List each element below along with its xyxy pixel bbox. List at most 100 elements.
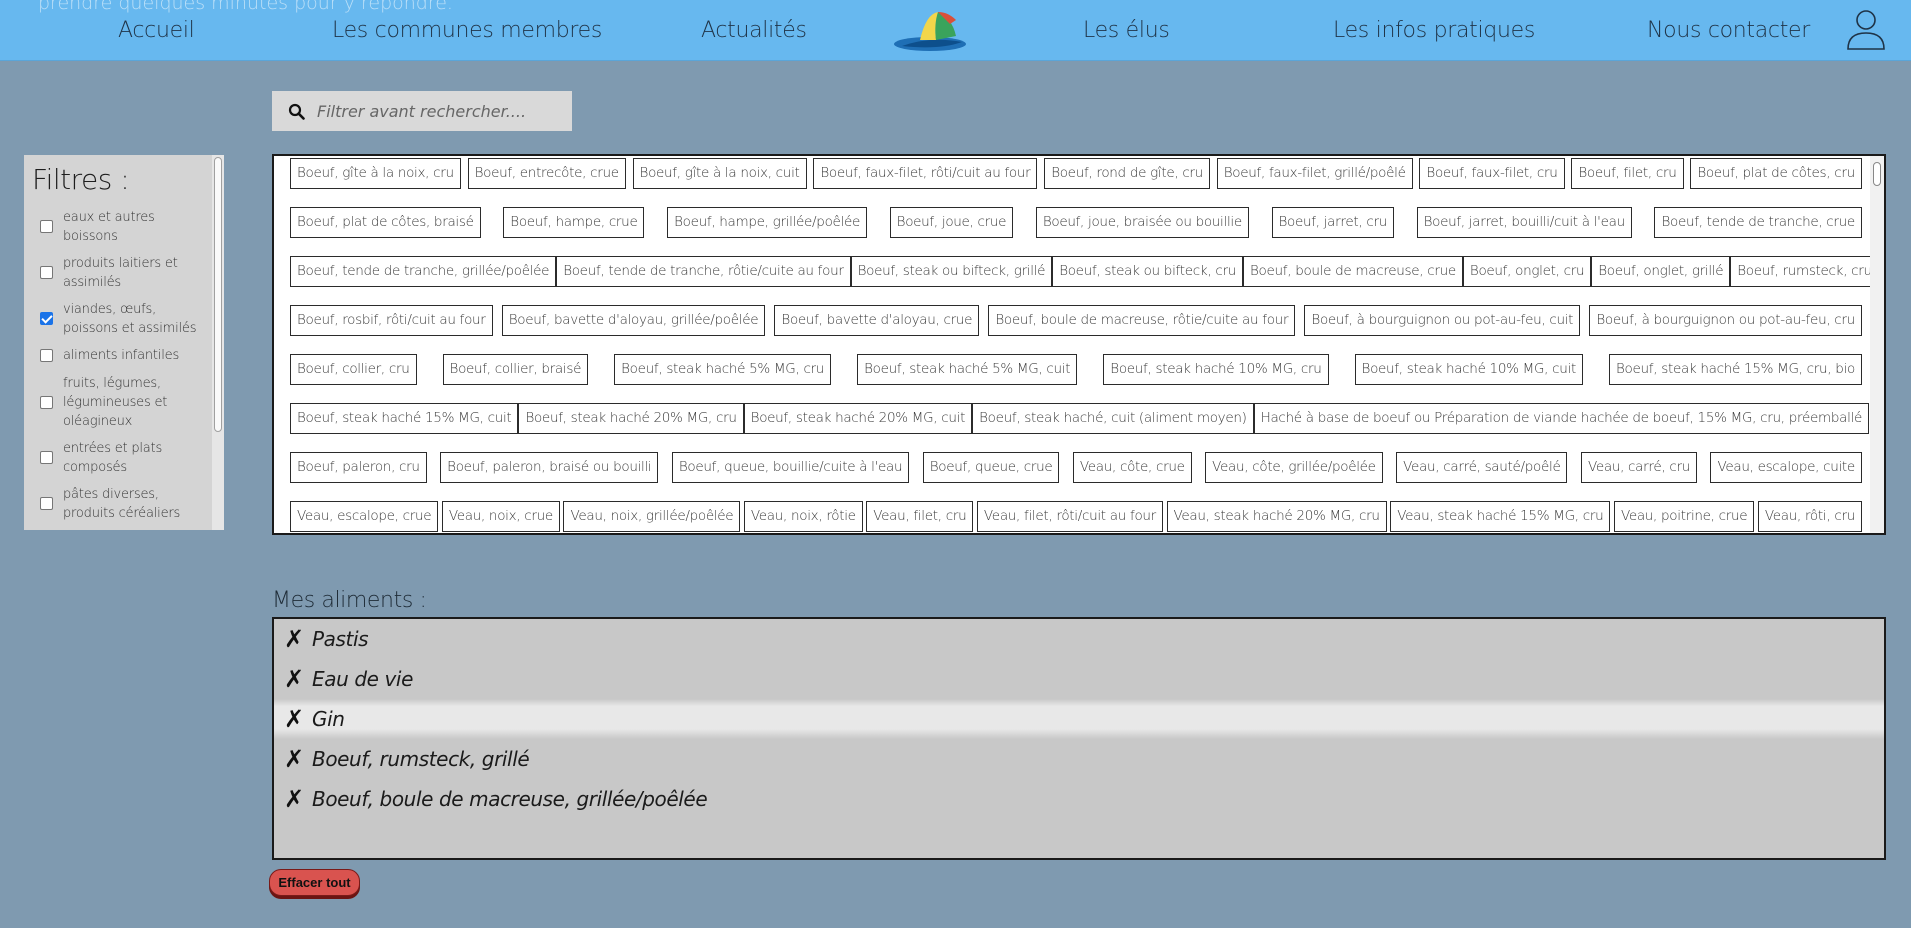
food-tag[interactable]: Boeuf, onglet, cru <box>1462 256 1592 287</box>
filter-fruits-legumes[interactable]: fruits, légumes, légumineuses et oléagin… <box>40 374 200 431</box>
nav-communes-membres[interactable]: Les communes membres <box>332 18 602 43</box>
food-tag[interactable]: Boeuf, steak haché 15% MG, cru, bio <box>1609 354 1862 385</box>
user-icon[interactable] <box>1844 7 1888 51</box>
food-tag[interactable]: Veau, noix, crue <box>441 501 560 532</box>
food-tag[interactable]: Boeuf, plat de côtes, cru <box>1690 158 1862 189</box>
food-tag[interactable]: Boeuf, hampe, grillée/poêlée <box>667 207 868 238</box>
food-tag[interactable]: Boeuf, entrecôte, crue <box>467 158 626 189</box>
food-tag[interactable]: Boeuf, steak haché 5% MG, cuit <box>857 354 1078 385</box>
food-tag[interactable]: Boeuf, jarret, cru <box>1271 207 1394 238</box>
food-tag[interactable]: Boeuf, queue, bouillie/cuite à l'eau <box>671 452 910 483</box>
food-tag[interactable]: Veau, filet, rôti/cuit au four <box>976 501 1163 532</box>
food-tag[interactable]: Boeuf, jarret, bouilli/cuit à l'eau <box>1416 207 1632 238</box>
food-tag[interactable]: Boeuf, collier, braisé <box>442 354 589 385</box>
food-tag[interactable]: Veau, steak haché 20% MG, cru <box>1166 501 1387 532</box>
selected-food-item[interactable]: ✗ Pastis <box>274 619 1884 659</box>
food-tag[interactable]: Boeuf, steak haché 20% MG, cuit <box>743 403 973 434</box>
filter-eaux-boissons[interactable]: eaux et autres boissons <box>40 208 200 246</box>
food-tag[interactable]: Boeuf, steak haché 10% MG, cru <box>1103 354 1329 385</box>
food-tag[interactable]: Veau, côte, crue <box>1072 452 1192 483</box>
food-tag[interactable]: Boeuf, collier, cru <box>290 354 417 385</box>
food-tag[interactable]: Veau, escalope, cuite <box>1710 452 1862 483</box>
food-tag[interactable]: Boeuf, steak haché 10% MG, cuit <box>1354 354 1583 385</box>
food-tag[interactable]: Boeuf, plat de côtes, braisé <box>290 207 481 238</box>
nav-accueil[interactable]: Accueil <box>118 18 195 43</box>
food-tag[interactable]: Boeuf, paleron, braisé ou bouilli <box>440 452 659 483</box>
food-tag[interactable]: Boeuf, steak ou bifteck, grillé <box>850 256 1053 287</box>
remove-x-icon[interactable]: ✗ <box>284 785 312 813</box>
nav-actualites[interactable]: Actualités <box>701 18 807 43</box>
filter-produits-laitiers[interactable]: produits laitiers et assimilés <box>40 254 200 292</box>
food-tag[interactable]: Boeuf, gîte à la noix, cuit <box>632 158 807 189</box>
food-tag[interactable]: Boeuf, boule de macreuse, crue <box>1243 256 1463 287</box>
food-tag[interactable]: Boeuf, bavette d'aloyau, grillée/poêlée <box>501 305 766 336</box>
filter-checkbox[interactable] <box>40 266 53 279</box>
food-tag[interactable]: Haché à base de boeuf ou Préparation de … <box>1253 403 1869 434</box>
food-tag[interactable]: Boeuf, à bourguignon ou pot-au-feu, cru <box>1589 305 1862 336</box>
remove-x-icon[interactable]: ✗ <box>284 665 312 693</box>
food-tag[interactable]: Boeuf, tende de tranche, grillée/poêlée <box>290 256 557 287</box>
remove-x-icon[interactable]: ✗ <box>284 745 312 773</box>
food-tag[interactable]: Boeuf, bavette d'aloyau, crue <box>774 305 980 336</box>
food-tag[interactable]: Boeuf, boule de macreuse, rôtie/cuite au… <box>988 305 1296 336</box>
food-tags-scrollbar[interactable] <box>1870 156 1884 533</box>
food-tag[interactable]: Veau, poitrine, crue <box>1613 501 1755 532</box>
food-tag[interactable]: Boeuf, faux-filet, cru <box>1419 158 1565 189</box>
selected-food-item[interactable]: ✗ Boeuf, rumsteck, grillé <box>274 739 1884 779</box>
food-tag[interactable]: Boeuf, queue, crue <box>922 452 1060 483</box>
food-tag[interactable]: Boeuf, gîte à la noix, cru <box>290 158 461 189</box>
food-tag[interactable]: Boeuf, steak haché 5% MG, cru <box>614 354 832 385</box>
food-tag[interactable]: Boeuf, steak haché 15% MG, cuit <box>290 403 519 434</box>
food-tag[interactable]: Boeuf, faux-filet, grillé/poêlé <box>1216 158 1413 189</box>
food-tag[interactable]: Veau, noix, rôtie <box>743 501 863 532</box>
scrollbar-thumb[interactable] <box>214 157 222 432</box>
food-tag[interactable]: Boeuf, rosbif, rôti/cuit au four <box>290 305 493 336</box>
lighthouse-logo-icon[interactable] <box>890 6 970 56</box>
filter-checkbox[interactable] <box>40 451 53 464</box>
filter-checkbox[interactable] <box>40 497 53 510</box>
food-tag[interactable]: Boeuf, à bourguignon ou pot-au-feu, cuit <box>1304 305 1581 336</box>
food-tag[interactable]: Boeuf, paleron, cru <box>290 452 427 483</box>
food-tag[interactable]: Boeuf, hampe, crue <box>503 207 645 238</box>
food-tag[interactable]: Boeuf, steak haché, cuit (aliment moyen) <box>972 403 1254 434</box>
food-tag[interactable]: Veau, carré, sauté/poêlé <box>1396 452 1568 483</box>
filter-checkbox[interactable] <box>40 349 53 362</box>
filters-scrollbar[interactable] <box>212 155 224 530</box>
selected-food-item[interactable]: ✗ Boeuf, boule de macreuse, grillée/poêlé… <box>274 779 1884 819</box>
filter-checkbox[interactable] <box>40 396 53 409</box>
filter-entrees-plats[interactable]: entrées et plats composés <box>40 439 200 477</box>
food-tag[interactable]: Boeuf, steak haché 20% MG, cru <box>518 403 744 434</box>
food-tag[interactable]: Veau, carré, cru <box>1580 452 1697 483</box>
clear-all-button[interactable]: Effacer tout <box>269 869 360 896</box>
filter-pates-cereales[interactable]: pâtes diverses, produits céréaliers <box>40 485 200 523</box>
filter-viandes-oeufs[interactable]: viandes, œufs, poissons et assimilés <box>40 300 200 338</box>
food-tag[interactable]: Boeuf, tende de tranche, rôtie/cuite au … <box>556 256 851 287</box>
scrollbar-thumb[interactable] <box>1873 162 1881 186</box>
food-tag[interactable]: Boeuf, onglet, grillé <box>1591 256 1731 287</box>
search-input[interactable] <box>317 91 562 131</box>
nav-infos-pratiques[interactable]: Les infos pratiques <box>1333 18 1535 43</box>
food-tag[interactable]: Boeuf, rond de gîte, cru <box>1044 158 1210 189</box>
food-tag[interactable]: Veau, noix, grillée/poêlée <box>563 501 741 532</box>
nav-elus[interactable]: Les élus <box>1083 18 1170 43</box>
food-tag[interactable]: Veau, rôti, cru <box>1757 501 1862 532</box>
food-tag[interactable]: Boeuf, faux-filet, rôti/cuit au four <box>813 158 1038 189</box>
food-tag[interactable]: Veau, escalope, crue <box>290 501 439 532</box>
food-tag[interactable]: Boeuf, steak ou bifteck, cru <box>1052 256 1243 287</box>
food-tag[interactable]: Boeuf, joue, braisée ou bouillie <box>1035 207 1249 238</box>
filter-checkbox-checked[interactable] <box>40 312 53 325</box>
filter-checkbox[interactable] <box>40 220 53 233</box>
food-tag[interactable]: Boeuf, tende de tranche, crue <box>1654 207 1862 238</box>
filter-aliments-infantiles[interactable]: aliments infantiles <box>40 346 200 365</box>
food-tag[interactable]: Veau, filet, cru <box>866 501 974 532</box>
nav-nous-contacter[interactable]: Nous contacter <box>1647 18 1810 43</box>
selected-food-item[interactable]: ✗ Eau de vie <box>274 659 1884 699</box>
food-tag[interactable]: Boeuf, joue, crue <box>889 207 1014 238</box>
food-tag[interactable]: Boeuf, filet, cru <box>1571 158 1684 189</box>
food-tag[interactable]: Veau, steak haché 15% MG, cru <box>1390 501 1611 532</box>
remove-x-icon[interactable]: ✗ <box>284 705 312 733</box>
food-tag[interactable]: Veau, côte, grillée/poêlée <box>1205 452 1383 483</box>
selected-food-item[interactable]: ✗ Gin <box>274 699 1884 739</box>
remove-x-icon[interactable]: ✗ <box>284 625 312 653</box>
food-tag[interactable]: Boeuf, rumsteck, cru <box>1730 256 1879 287</box>
